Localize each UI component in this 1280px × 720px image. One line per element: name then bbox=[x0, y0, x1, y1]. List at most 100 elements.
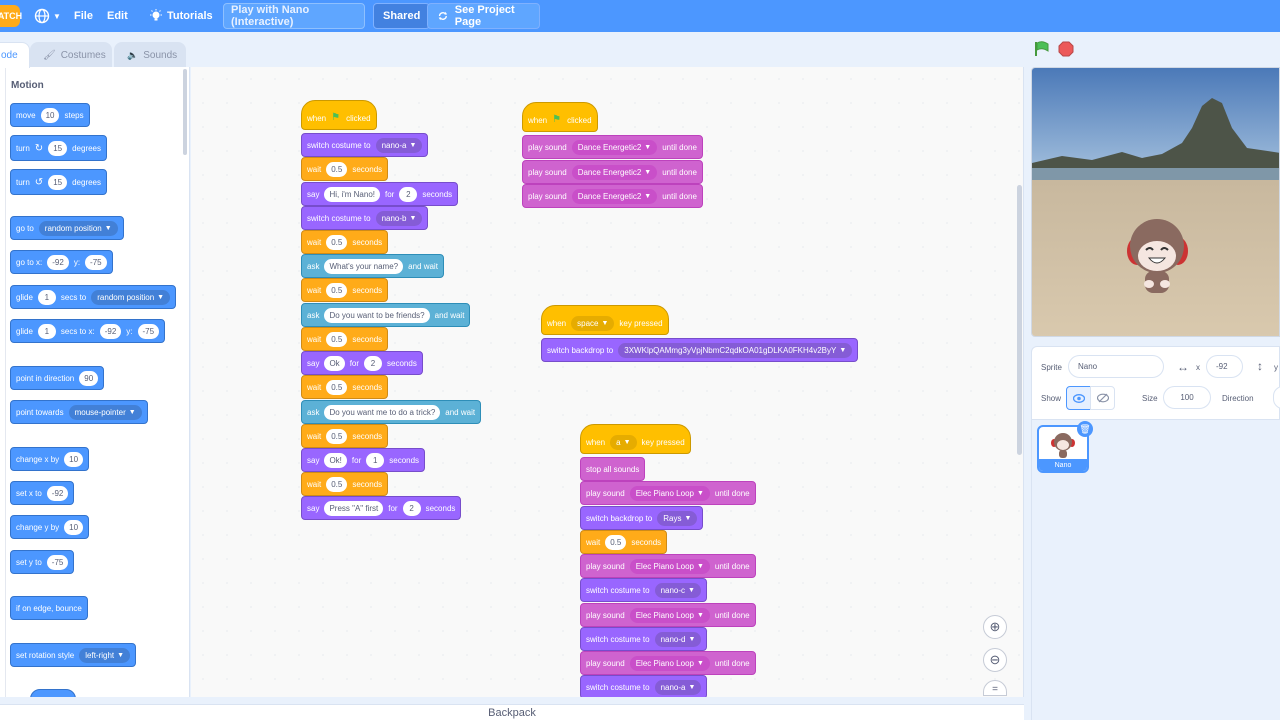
y-input[interactable]: -75 bbox=[137, 323, 160, 339]
y-input[interactable]: -75 bbox=[85, 254, 107, 270]
secs-input[interactable]: 1 bbox=[37, 289, 56, 305]
seconds-input[interactable]: 2 bbox=[402, 500, 421, 516]
question-input[interactable]: Do you want to be friends? bbox=[324, 307, 430, 323]
block-go-to[interactable]: go to random position ▼ bbox=[10, 216, 124, 240]
block-go-to-xy[interactable]: go to x: -92 y: -75 bbox=[10, 250, 113, 274]
block-reporter-partial[interactable] bbox=[30, 689, 76, 697]
block-play-sound-until-done[interactable]: play sound Elec Piano Loop ▼ until done bbox=[580, 481, 756, 505]
message-input[interactable]: Ok bbox=[324, 355, 345, 371]
workspace-scrollbar[interactable] bbox=[1017, 185, 1022, 455]
block-stop-all-sounds[interactable]: stop all sounds bbox=[580, 457, 646, 481]
key-dropdown[interactable]: space ▼ bbox=[571, 315, 615, 331]
show-hidden-button[interactable] bbox=[1090, 386, 1115, 410]
see-project-page-button[interactable]: See Project Page bbox=[427, 3, 540, 29]
sound-dropdown[interactable]: Elec Piano Loop ▼ bbox=[629, 485, 710, 501]
degrees-input[interactable]: 15 bbox=[48, 174, 68, 190]
tab-sounds[interactable]: 🔈 Sounds bbox=[114, 42, 186, 68]
block-point-direction[interactable]: point in direction 90 bbox=[10, 366, 105, 390]
seconds-input[interactable]: 0.5 bbox=[326, 379, 348, 395]
block-rotation-style[interactable]: set rotation style left-right ▼ bbox=[10, 643, 137, 667]
towards-dropdown[interactable]: mouse-pointer ▼ bbox=[68, 404, 142, 420]
block-ask-and-wait[interactable]: ask Do you want to be friends? and wait bbox=[301, 303, 471, 327]
scratch-logo[interactable]: ATCH bbox=[0, 5, 22, 27]
direction-input[interactable]: 90 bbox=[79, 370, 99, 386]
seconds-input[interactable]: 0.5 bbox=[326, 331, 348, 347]
block-set-x[interactable]: set x to -92 bbox=[10, 481, 75, 505]
block-ask-and-wait[interactable]: ask What's your name? and wait bbox=[301, 254, 444, 278]
seconds-input[interactable]: 0.5 bbox=[326, 476, 348, 492]
block-play-sound-until-done[interactable]: play sound Dance Energetic2 ▼ until done bbox=[522, 160, 703, 184]
when-flag-clicked-hat[interactable]: when ⚑ clicked bbox=[301, 100, 377, 130]
block-play-sound-until-done[interactable]: play sound Dance Energetic2 ▼ until done bbox=[522, 135, 703, 159]
zoom-out-button[interactable]: ⊖ bbox=[983, 648, 1007, 672]
block-set-y[interactable]: set y to -75 bbox=[10, 550, 75, 574]
block-turn-right[interactable]: turn ↻ 15 degrees bbox=[10, 135, 108, 161]
block-ask-and-wait[interactable]: ask Do you want me to do a trick? and wa… bbox=[301, 400, 482, 424]
stage-canvas[interactable] bbox=[1031, 67, 1280, 337]
value-input[interactable]: -75 bbox=[46, 554, 69, 570]
shared-button[interactable]: Shared bbox=[373, 3, 431, 29]
block-point-towards[interactable]: point towards mouse-pointer ▼ bbox=[10, 400, 148, 424]
question-input[interactable]: What's your name? bbox=[324, 258, 404, 274]
seconds-input[interactable]: 0.5 bbox=[326, 161, 348, 177]
show-visible-button[interactable] bbox=[1066, 386, 1091, 410]
block-change-x[interactable]: change x by 10 bbox=[10, 447, 90, 471]
block-play-sound-until-done[interactable]: play sound Dance Energetic2 ▼ until done bbox=[522, 184, 703, 208]
seconds-input[interactable]: 0.5 bbox=[326, 282, 348, 298]
sound-dropdown[interactable]: Elec Piano Loop ▼ bbox=[629, 655, 710, 671]
zoom-in-button[interactable]: ⊕ bbox=[983, 615, 1007, 639]
seconds-input[interactable]: 2 bbox=[399, 186, 418, 202]
block-say-for[interactable]: say Press "A" first for 2 seconds bbox=[301, 496, 462, 520]
costume-dropdown[interactable]: nano-c ▼ bbox=[654, 582, 701, 598]
block-play-sound-until-done[interactable]: play sound Elec Piano Loop ▼ until done bbox=[580, 651, 756, 675]
block-wait[interactable]: wait 0.5 seconds bbox=[301, 424, 389, 448]
steps-input[interactable]: 10 bbox=[40, 107, 60, 123]
degrees-input[interactable]: 15 bbox=[48, 140, 68, 156]
block-say-for[interactable]: say Ok! for 1 seconds bbox=[301, 448, 426, 472]
rotation-dropdown[interactable]: left-right ▼ bbox=[79, 647, 131, 663]
code-workspace[interactable]: when ⚑ clicked switch costume to nano-a ▼… bbox=[191, 67, 1024, 697]
block-glide-xy[interactable]: glide 1 secs to x: -92 y: -75 bbox=[10, 319, 166, 343]
block-play-sound-until-done[interactable]: play sound Elec Piano Loop ▼ until done bbox=[580, 554, 756, 578]
file-menu[interactable]: File bbox=[74, 0, 93, 32]
seconds-input[interactable]: 2 bbox=[364, 355, 383, 371]
block-switch-costume[interactable]: switch costume to nano-a ▼ bbox=[301, 133, 429, 157]
direction-input[interactable] bbox=[1273, 386, 1280, 409]
seconds-input[interactable]: 0.5 bbox=[326, 234, 348, 250]
seconds-input[interactable]: 1 bbox=[366, 452, 385, 468]
x-input[interactable]: -92 bbox=[47, 254, 69, 270]
costume-dropdown[interactable]: nano-b ▼ bbox=[375, 210, 423, 226]
tab-code[interactable]: ode bbox=[0, 42, 30, 68]
when-flag-clicked-hat[interactable]: when ⚑ clicked bbox=[522, 102, 598, 132]
backpack-bar[interactable]: Backpack bbox=[0, 704, 1024, 720]
backdrop-dropdown[interactable]: Rays ▼ bbox=[657, 510, 698, 526]
tutorials-menu[interactable]: Tutorials bbox=[149, 0, 213, 32]
block-say-for[interactable]: say Ok for 2 seconds bbox=[301, 351, 423, 375]
block-switch-costume[interactable]: switch costume to nano-a ▼ bbox=[580, 675, 708, 697]
block-bounce[interactable]: if on edge, bounce bbox=[10, 596, 88, 620]
block-say-for[interactable]: say Hi, i'm Nano! for 2 seconds bbox=[301, 182, 459, 206]
seconds-input[interactable]: 0.5 bbox=[326, 428, 348, 444]
when-key-pressed-hat[interactable]: when space ▼ key pressed bbox=[541, 305, 669, 335]
sprite-name-input[interactable]: Nano bbox=[1068, 355, 1164, 378]
sound-dropdown[interactable]: Elec Piano Loop ▼ bbox=[629, 558, 710, 574]
seconds-input[interactable]: 0.5 bbox=[605, 534, 627, 550]
block-wait[interactable]: wait 0.5 seconds bbox=[580, 530, 668, 554]
block-move-steps[interactable]: move 10 steps bbox=[10, 103, 90, 127]
edit-menu[interactable]: Edit bbox=[107, 0, 128, 32]
message-input[interactable]: Hi, i'm Nano! bbox=[324, 186, 380, 202]
glide-dropdown[interactable]: random position ▼ bbox=[91, 289, 171, 305]
block-switch-backdrop[interactable]: switch backdrop to 3XWKlpQAMmg3yVpjNbmC2… bbox=[541, 338, 859, 362]
project-title-input[interactable]: Play with Nano (Interactive) bbox=[223, 3, 365, 29]
block-wait[interactable]: wait 0.5 seconds bbox=[301, 230, 389, 254]
category-menu[interactable] bbox=[0, 67, 6, 697]
costume-dropdown[interactable]: nano-a ▼ bbox=[654, 679, 702, 695]
palette-scrollbar[interactable] bbox=[183, 69, 187, 155]
stop-icon[interactable] bbox=[1058, 41, 1074, 57]
block-glide-to[interactable]: glide 1 secs to random position ▼ bbox=[10, 285, 177, 309]
key-dropdown[interactable]: a ▼ bbox=[610, 434, 637, 450]
value-input[interactable]: -92 bbox=[46, 485, 69, 501]
costume-dropdown[interactable]: nano-a ▼ bbox=[375, 137, 423, 153]
delete-sprite-button[interactable]: 🗑 bbox=[1077, 421, 1093, 437]
block-switch-backdrop[interactable]: switch backdrop to Rays ▼ bbox=[580, 506, 704, 530]
